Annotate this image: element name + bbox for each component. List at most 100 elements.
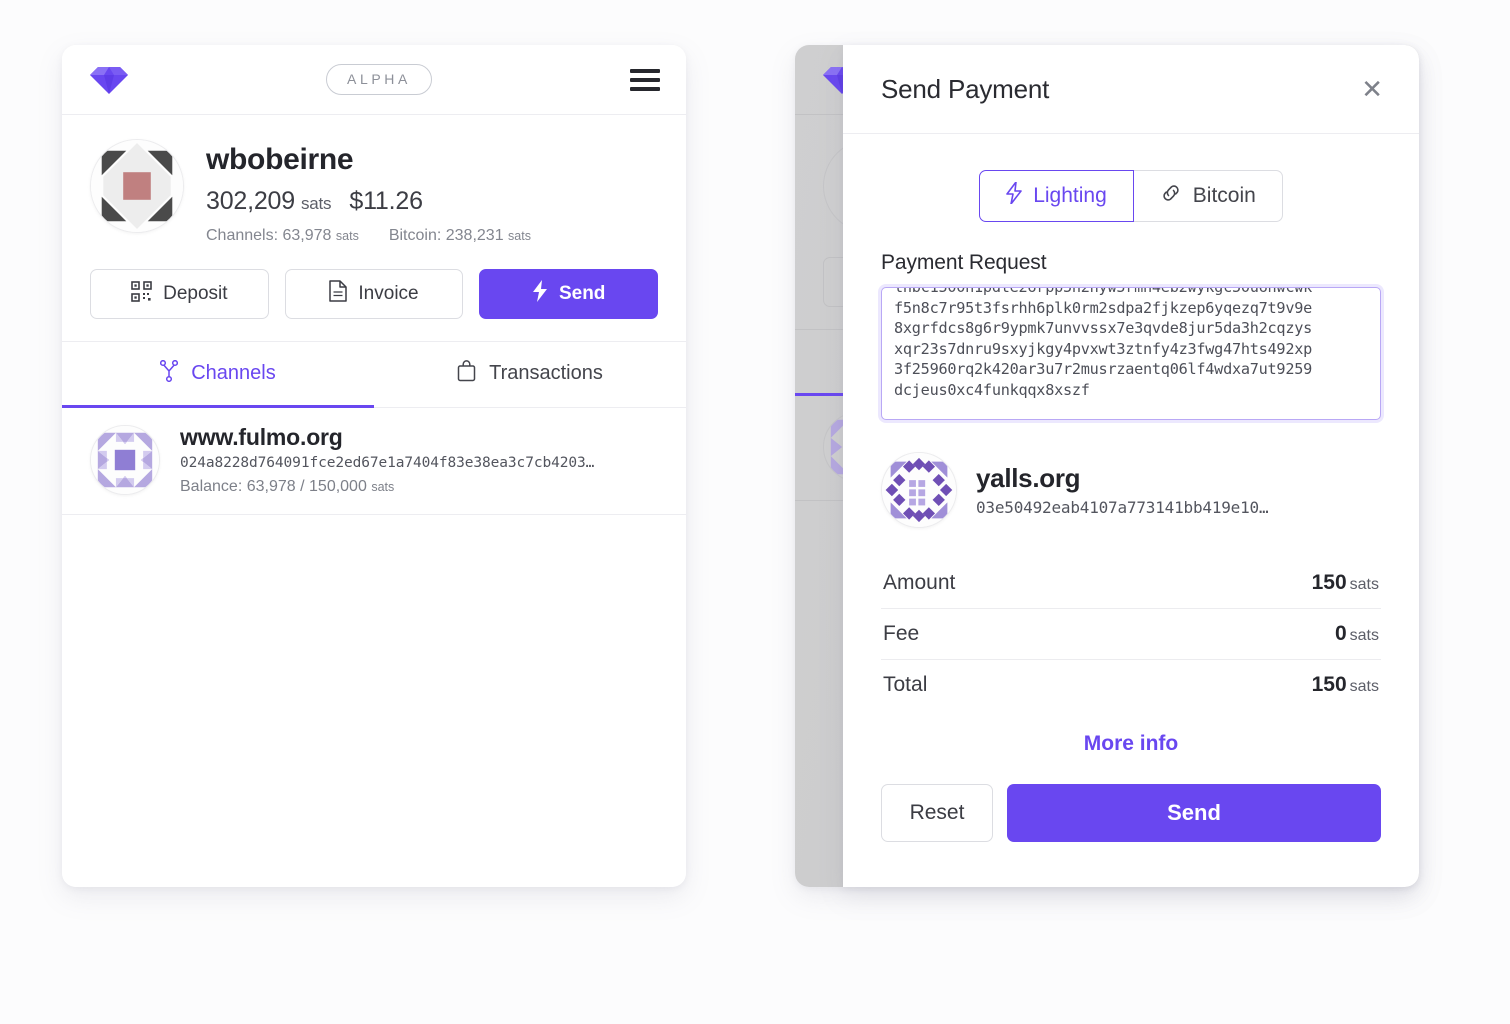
account-actions: Deposit Invoice Send <box>90 269 659 319</box>
account-balance: 302,209 sats $11.26 <box>206 187 531 216</box>
invoice-button-label: Invoice <box>358 283 419 304</box>
destination-node: yalls.org 03e50492eab4107a773141bb419e10… <box>881 452 1381 528</box>
balance-amount: 302,209 <box>206 187 295 215</box>
link-chain-icon-svg <box>1163 185 1179 201</box>
app-header: ALPHA <box>62 45 686 115</box>
summary-fee-label: Fee <box>883 622 920 645</box>
identicon-avatar-svg <box>91 426 159 494</box>
bitcoin-balance-label: Bitcoin: <box>388 227 442 244</box>
tab-channels-label: Channels <box>191 362 276 384</box>
segment-lighting[interactable]: Lighting <box>979 170 1134 222</box>
summary-fee-value: 0 sats <box>1335 622 1379 646</box>
account-name: wbobeirne <box>206 143 354 176</box>
qr-code-icon-svg <box>131 280 152 302</box>
send-button[interactable]: Send <box>479 269 659 319</box>
summary-amount-label: Amount <box>883 571 956 594</box>
channel-name: www.fulmo.org <box>180 424 343 450</box>
channel-list-item[interactable]: www.fulmo.org 024a8228d764091fce2ed67e1a… <box>62 408 686 515</box>
summary-total-value: 150 sats <box>1312 673 1379 697</box>
identicon-avatar <box>881 452 957 528</box>
lightning-bolt-icon-svg <box>1006 181 1023 205</box>
payment-request-value: lnbc1500n1pdte26rpp5h2hyw5rmn4eb2wykgc50… <box>894 287 1313 399</box>
payment-request-label: Payment Request <box>881 251 1047 274</box>
tab-channels[interactable]: Channels <box>62 342 374 408</box>
modal-header: Send Payment ✕ <box>843 45 1419 134</box>
channels-balance-amount: 63,978 <box>282 227 332 244</box>
diamond-icon <box>90 65 128 95</box>
summary-amount-number: 150 <box>1311 571 1347 594</box>
bag-icon-svg <box>457 359 476 381</box>
alpha-badge: ALPHA <box>326 64 432 95</box>
summary-amount-unit: sats <box>1349 576 1379 593</box>
channel-fork-icon-svg <box>160 359 179 382</box>
destination-node-name: yalls.org <box>976 463 1081 493</box>
segment-lighting-label: Lighting <box>1033 184 1107 207</box>
modal-actions: Reset Send <box>881 784 1381 880</box>
bitcoin-balance: Bitcoin: 238,231 sats <box>389 227 531 245</box>
tab-transactions[interactable]: Transactions <box>374 342 686 408</box>
lightning-bolt-icon <box>1006 181 1023 210</box>
segment-bitcoin-label: Bitcoin <box>1192 184 1256 207</box>
channels-balance-unit: sats <box>335 229 359 243</box>
summary-row-total: Total 150 sats <box>881 660 1381 710</box>
identicon-avatar <box>90 139 184 233</box>
payment-summary: Amount 150 sats Fee 0 sats Total 150 sats <box>881 558 1381 710</box>
payment-request-input[interactable]: lnbc1500n1pdte26rpp5h2hyw5rmn4eb2wykgc50… <box>881 287 1381 420</box>
hamburger-bar <box>629 77 660 82</box>
summary-fee-number: 0 <box>1334 622 1347 645</box>
channel-fork-icon <box>160 359 179 388</box>
link-chain-icon <box>1160 183 1182 209</box>
qr-code-icon <box>131 280 152 308</box>
reset-button[interactable]: Reset <box>881 784 993 842</box>
hamburger-menu-icon[interactable] <box>629 68 660 91</box>
app-stage: ALPHA wbobeirne 302,209 sats $11.26 Chan… <box>0 0 1510 1024</box>
bitcoin-balance-unit: sats <box>508 229 531 243</box>
channel-balance-unit: sats <box>371 480 395 494</box>
summary-row-amount: Amount 150 sats <box>881 558 1381 609</box>
diamond-icon-svg <box>90 66 128 94</box>
destination-node-pubkey: 03e50492eab4107a773141bb419e10… <box>976 498 1269 517</box>
channels-balance-label: Channels: <box>206 227 279 244</box>
balance-unit: sats <box>300 194 332 213</box>
payment-type-toggle: Lighting Bitcoin <box>881 170 1381 222</box>
send-payment-button[interactable]: Send <box>1007 784 1381 842</box>
channel-list: www.fulmo.org 024a8228d764091fce2ed67e1a… <box>62 408 686 887</box>
lightning-bolt-icon <box>532 280 548 308</box>
lightning-bolt-icon-svg <box>532 280 547 302</box>
summary-row-fee: Fee 0 sats <box>881 609 1381 660</box>
channel-balance: Balance: 63,978 / 150,000 sats <box>180 478 594 496</box>
segment-bitcoin[interactable]: Bitcoin <box>1133 170 1283 222</box>
more-info-link[interactable]: More info <box>881 732 1381 756</box>
deposit-button-label: Deposit <box>163 283 228 304</box>
deposit-button[interactable]: Deposit <box>90 269 269 319</box>
wallet-tabs: Channels Transactions <box>62 342 686 408</box>
summary-total-number: 150 <box>1311 673 1347 696</box>
channels-balance: Channels: 63,978 sats <box>206 227 359 245</box>
channel-balance-label: Balance: <box>180 478 243 495</box>
channel-balance-local: 63,978 <box>246 478 296 495</box>
tab-transactions-label: Transactions <box>489 362 603 384</box>
document-icon <box>329 280 348 308</box>
identicon-avatar-svg <box>91 140 183 232</box>
identicon-avatar-svg <box>882 453 956 527</box>
summary-fee-unit: sats <box>1349 627 1379 644</box>
bitcoin-balance-amount: 238,231 <box>445 227 504 244</box>
account-breakdown: Channels: 63,978 sats Bitcoin: 238,231 s… <box>206 227 531 245</box>
hamburger-bar <box>629 86 660 91</box>
segmented-control: Lighting Bitcoin <box>979 170 1283 222</box>
wallet-card: ALPHA wbobeirne 302,209 sats $11.26 Chan… <box>62 45 686 887</box>
channel-balance-capacity: 150,000 <box>309 478 367 495</box>
modal-title: Send Payment <box>881 73 1050 104</box>
hamburger-bar <box>629 68 660 73</box>
identicon-avatar <box>90 425 160 495</box>
channel-balance-separator: / <box>300 478 305 495</box>
modal-body: Lighting Bitcoin Payment Request lnbc150… <box>843 134 1419 887</box>
close-icon[interactable]: ✕ <box>1355 70 1389 108</box>
channel-pubkey: 024a8228d764091fce2ed67e1a7404f83e38ea3c… <box>180 455 595 471</box>
account-summary: wbobeirne 302,209 sats $11.26 Channels: … <box>62 115 686 342</box>
invoice-button[interactable]: Invoice <box>284 269 464 319</box>
summary-total-label: Total <box>883 673 928 696</box>
send-button-label: Send <box>558 283 606 304</box>
document-icon-svg <box>329 280 348 302</box>
summary-total-unit: sats <box>1349 678 1379 695</box>
